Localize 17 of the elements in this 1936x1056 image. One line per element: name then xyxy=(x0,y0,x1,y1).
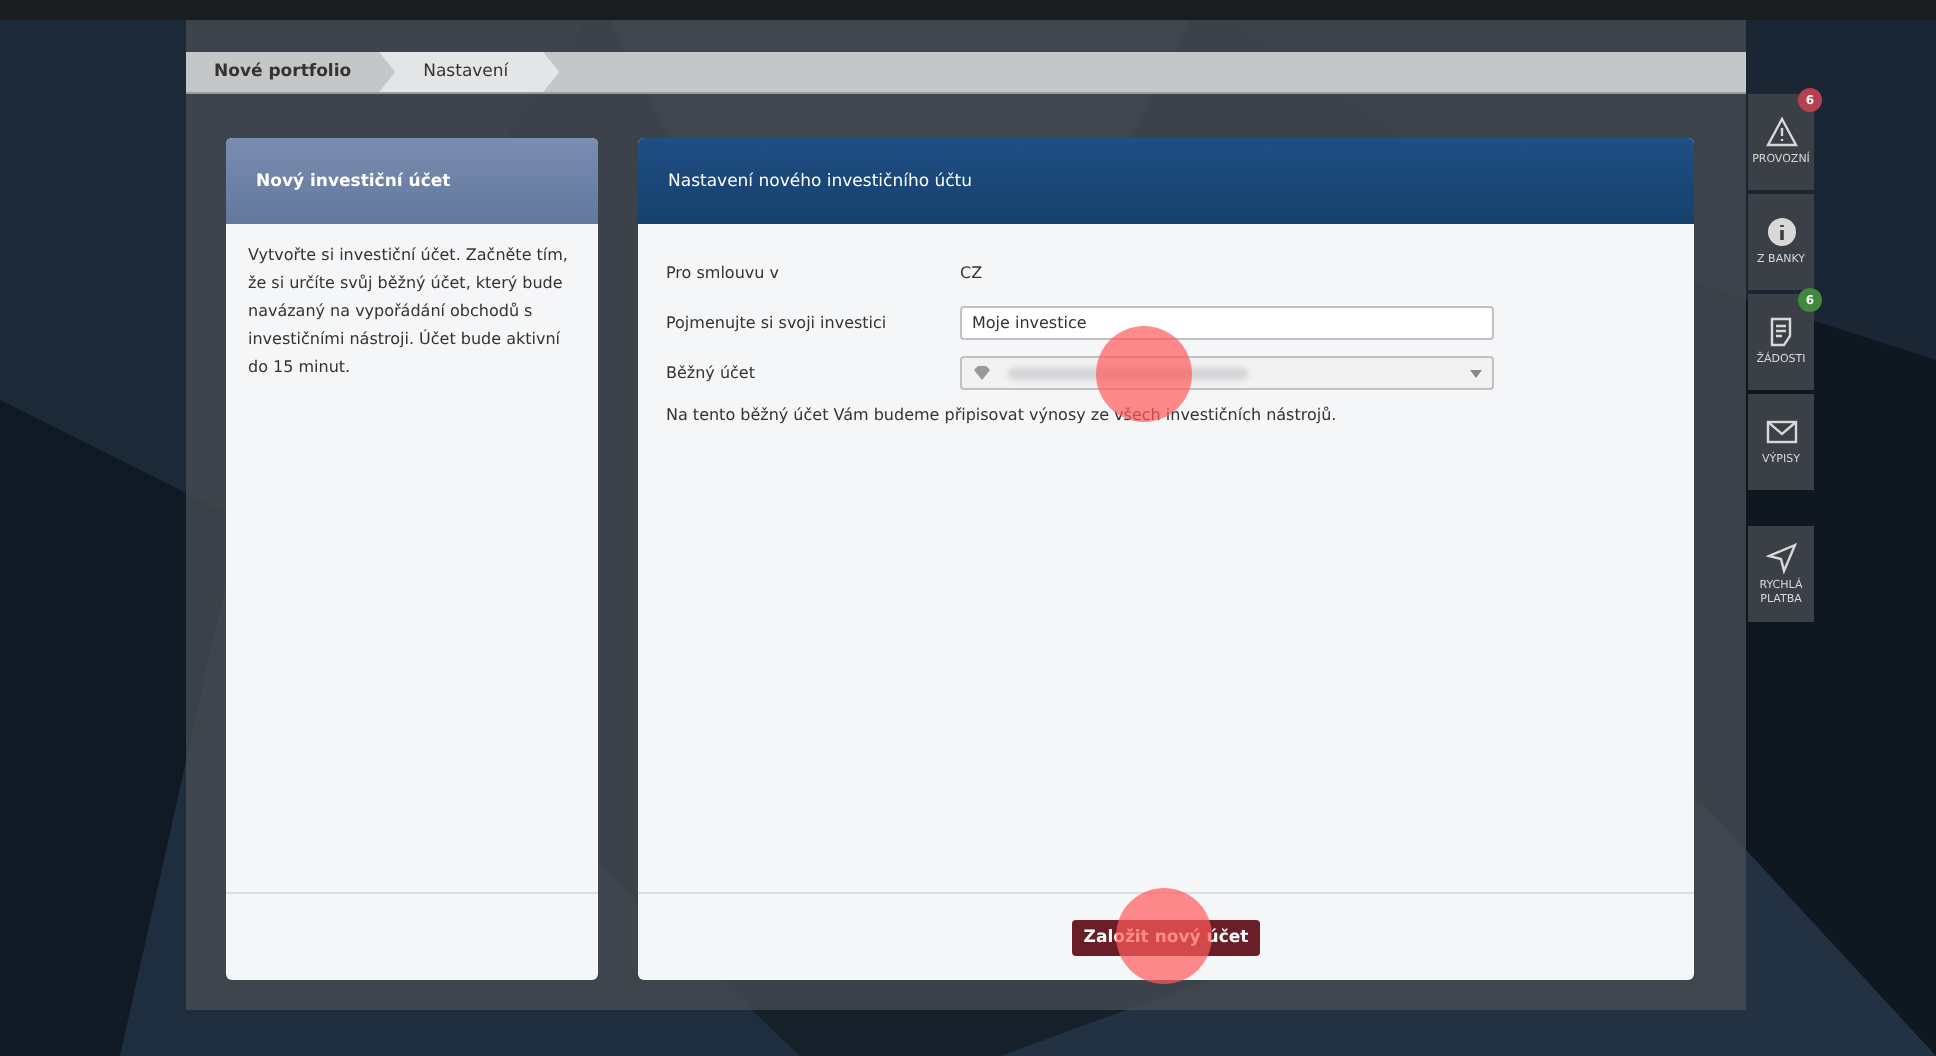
mail-icon xyxy=(1765,416,1797,448)
info-note: Na tento běžný účet Vám budeme připisovat výnosy ze všech investičních nástrojů. xyxy=(666,406,1339,424)
input-field[interactable]: Moje investice xyxy=(960,306,1494,340)
document-icon xyxy=(1765,316,1797,348)
warning-icon xyxy=(1765,116,1797,148)
field-label: Pro smlouvu v xyxy=(666,264,781,282)
card-title: Nastavení nového investičního účtu xyxy=(638,138,1694,224)
caret-icon xyxy=(1470,369,1482,377)
field-label: Běžný účet xyxy=(666,364,757,382)
field-label: Pojmenujte si svoji investici xyxy=(666,314,889,332)
card-title: Nový investiční účet xyxy=(226,138,598,224)
diamond-icon xyxy=(972,366,992,380)
breadcrumb-step[interactable]: Nastavení xyxy=(379,52,560,92)
info-icon xyxy=(1765,216,1797,248)
info-text: Vytvořte si investiční účet. Začněte tím, že si určíte svůj běžný účet, který bude navázaný na vypořádání obchodů s investičními nástroji. Účet bude aktivní do 15 minut. xyxy=(226,224,598,894)
send-icon xyxy=(1765,541,1797,573)
field-value: CZ xyxy=(960,264,983,282)
